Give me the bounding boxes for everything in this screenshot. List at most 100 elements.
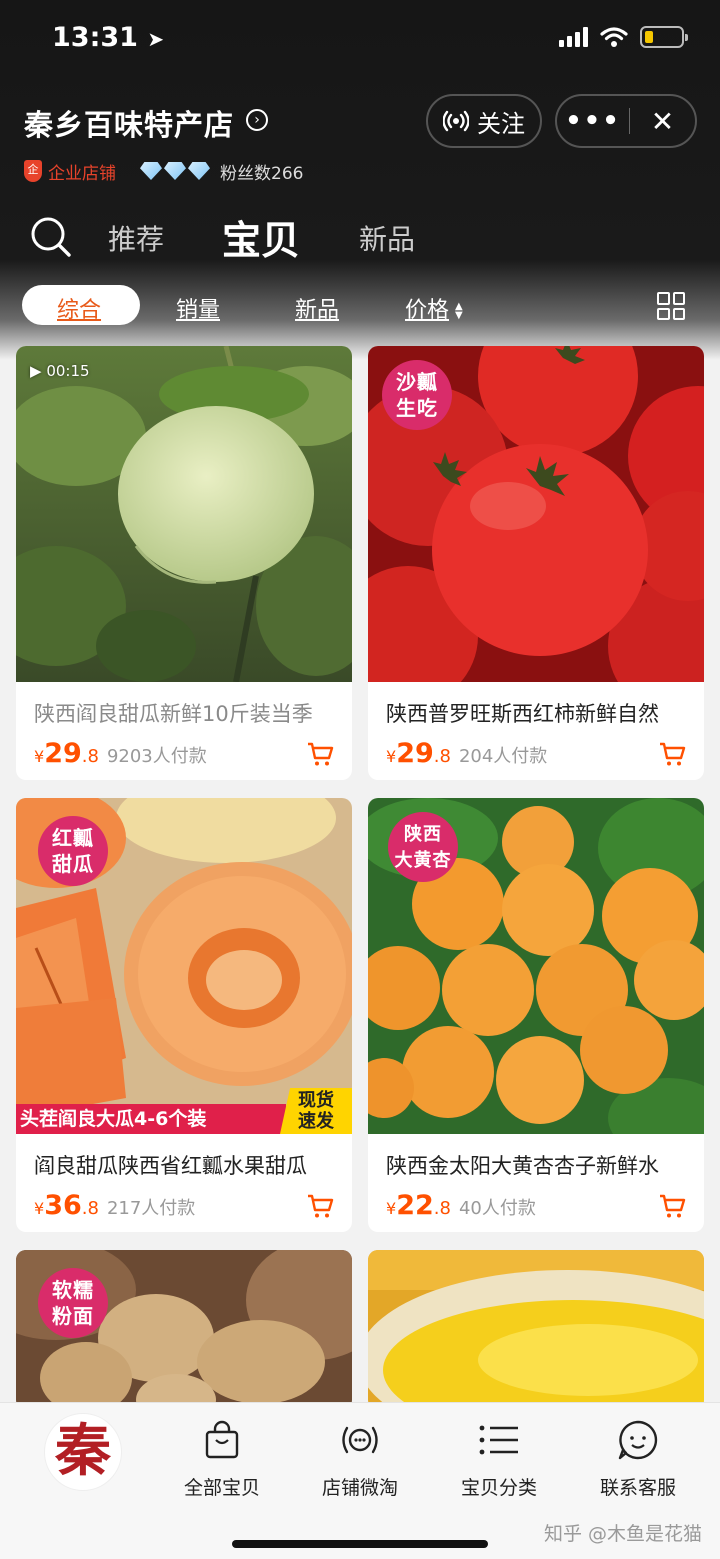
price-decimal: .8 bbox=[81, 1198, 99, 1219]
product-price: ¥ 36 .8 217人付款 bbox=[34, 1190, 195, 1221]
tab-new[interactable]: 新品 bbox=[359, 218, 415, 258]
signal-icon bbox=[559, 27, 588, 47]
product-image: 红瓤 甜瓜 头茬阎良大瓜4-6个装 现货 速发 bbox=[16, 798, 352, 1134]
price-decimal: .8 bbox=[433, 1198, 451, 1219]
follow-label: 关注 bbox=[477, 109, 525, 138]
price-decimal: .8 bbox=[81, 746, 99, 767]
price-symbol: ¥ bbox=[34, 747, 45, 766]
status-time: 13:31 ➤ bbox=[52, 22, 164, 53]
fans-count: 粉丝数266 bbox=[220, 163, 304, 184]
tab-products[interactable]: 宝贝 bbox=[222, 210, 300, 266]
product-price: ¥ 22 .8 40人付款 bbox=[386, 1190, 536, 1221]
diamond-icon bbox=[164, 162, 186, 180]
enterprise-badge: 企业店铺 bbox=[48, 163, 116, 184]
nav-customer-service[interactable]: 联系客服 bbox=[583, 1417, 693, 1500]
bottom-navigation: 秦 全部宝贝 店铺微淘 宝贝分类 联系客服 知乎 @木鱼是花猫 bbox=[0, 1402, 720, 1559]
price-integer: 29 bbox=[396, 738, 434, 769]
nav-label: 联系客服 bbox=[599, 1477, 676, 1499]
grid-view-icon[interactable] bbox=[657, 292, 685, 320]
product-card[interactable]: ▶ 00:15 陕西阎良甜瓜新鲜10斤装当季 ¥ 29 .8 9203人付款 bbox=[16, 346, 352, 780]
video-duration-badge: ▶ 00:15 bbox=[30, 362, 90, 380]
promo-ship-badge: 现货 速发 bbox=[280, 1088, 352, 1134]
more-options-button[interactable]: ••• bbox=[557, 106, 629, 136]
price-integer: 36 bbox=[44, 1190, 82, 1221]
follow-button[interactable]: 关注 bbox=[426, 94, 542, 148]
tag-line: 沙瓤 bbox=[396, 370, 438, 394]
sort-arrows-icon: ▲ ▼ bbox=[455, 301, 463, 321]
product-price: ¥ 29 .8 204人付款 bbox=[386, 738, 547, 769]
nav-label: 店铺微淘 bbox=[321, 1477, 398, 1499]
product-tag-badge: 陕西 大黄杏 bbox=[388, 812, 458, 882]
tag-line: 软糯 bbox=[52, 1278, 94, 1302]
promo-ship-line: 现货 bbox=[298, 1090, 334, 1111]
price-symbol: ¥ bbox=[386, 747, 397, 766]
filter-overall[interactable]: 综合 bbox=[57, 292, 101, 324]
search-icon bbox=[31, 217, 71, 257]
product-image bbox=[368, 1250, 704, 1410]
broadcast-chat-icon bbox=[342, 1426, 378, 1454]
shopping-bag-icon bbox=[205, 1420, 239, 1459]
customer-service-icon bbox=[618, 1420, 658, 1460]
store-badges: 企 企业店铺 粉丝数266 bbox=[24, 158, 303, 184]
product-tag-badge: 沙瓤 生吃 bbox=[382, 360, 452, 430]
price-symbol: ¥ bbox=[34, 1199, 45, 1218]
product-card[interactable]: 陕西 大黄杏 陕西金太阳大黄杏杏子新鲜水 ¥ 22 .8 40人付款 bbox=[368, 798, 704, 1232]
tag-line: 红瓤 bbox=[52, 826, 94, 850]
product-image: 软糯 粉面 bbox=[16, 1250, 352, 1410]
price-integer: 29 bbox=[44, 738, 82, 769]
nav-label: 全部宝贝 bbox=[183, 1477, 260, 1499]
tag-line: 甜瓜 bbox=[52, 852, 94, 876]
store-detail-arrow-icon[interactable]: › bbox=[246, 109, 268, 131]
cart-icon[interactable] bbox=[306, 1192, 334, 1220]
video-duration: 00:15 bbox=[46, 362, 90, 380]
nav-store-feed[interactable]: 店铺微淘 bbox=[305, 1417, 415, 1500]
filter-sales[interactable]: 销量 bbox=[176, 292, 220, 324]
status-time-text: 13:31 bbox=[52, 22, 138, 53]
product-tag-badge: 红瓤 甜瓜 bbox=[38, 816, 108, 886]
cart-icon[interactable] bbox=[658, 740, 686, 768]
diamond-rating bbox=[140, 162, 210, 180]
product-image: ▶ 00:15 bbox=[16, 346, 352, 682]
nav-label: 宝贝分类 bbox=[460, 1477, 537, 1499]
cart-icon[interactable] bbox=[306, 740, 334, 768]
diamond-icon bbox=[188, 162, 210, 180]
product-card[interactable]: 软糯 粉面 bbox=[16, 1250, 352, 1410]
nav-all-products[interactable]: 全部宝贝 bbox=[167, 1417, 277, 1500]
tag-line: 粉面 bbox=[52, 1304, 94, 1328]
promo-ship-line: 速发 bbox=[298, 1111, 334, 1132]
location-arrow-icon: ➤ bbox=[147, 27, 165, 51]
search-button[interactable] bbox=[30, 216, 72, 262]
enterprise-icon: 企 bbox=[24, 160, 42, 182]
more-close-capsule: ••• ✕ bbox=[555, 94, 697, 148]
price-integer: 22 bbox=[396, 1190, 434, 1221]
filter-new[interactable]: 新品 bbox=[295, 292, 339, 324]
filter-price[interactable]: 价格 ▲ ▼ bbox=[405, 292, 463, 324]
paid-count: 204人付款 bbox=[458, 746, 548, 767]
promo-text: 头茬阎良大瓜4-6个装 bbox=[16, 1104, 286, 1134]
close-button[interactable]: ✕ bbox=[630, 105, 695, 138]
nav-categories[interactable]: 宝贝分类 bbox=[444, 1417, 554, 1500]
tag-line: 大黄杏 bbox=[394, 850, 452, 871]
list-icon bbox=[479, 1425, 518, 1455]
store-name[interactable]: 秦乡百味特产店 bbox=[24, 102, 234, 144]
price-symbol: ¥ bbox=[386, 1199, 397, 1218]
price-decimal: .8 bbox=[433, 746, 451, 767]
product-card[interactable] bbox=[368, 1250, 704, 1410]
paid-count: 217人付款 bbox=[106, 1198, 196, 1219]
home-indicator[interactable] bbox=[232, 1540, 488, 1548]
product-image: 沙瓤 生吃 bbox=[368, 346, 704, 682]
diamond-icon bbox=[140, 162, 162, 180]
battery-icon bbox=[640, 26, 688, 48]
filter-price-label: 价格 bbox=[405, 298, 450, 323]
product-card[interactable]: 红瓤 甜瓜 头茬阎良大瓜4-6个装 现货 速发 阎良甜瓜陕西省红瓤水果甜瓜 ¥ … bbox=[16, 798, 352, 1232]
paid-count: 9203人付款 bbox=[106, 746, 207, 767]
watermark: 知乎 @木鱼是花猫 bbox=[543, 1523, 702, 1545]
product-price: ¥ 29 .8 9203人付款 bbox=[34, 738, 207, 769]
store-logo[interactable]: 秦 bbox=[44, 1413, 122, 1491]
tab-recommend[interactable]: 推荐 bbox=[108, 218, 164, 258]
status-icons bbox=[559, 26, 688, 48]
tag-line: 生吃 bbox=[396, 396, 438, 420]
product-card[interactable]: 沙瓤 生吃 陕西普罗旺斯西红柿新鲜自然 ¥ 29 .8 204人付款 bbox=[368, 346, 704, 780]
paid-count: 40人付款 bbox=[458, 1198, 536, 1219]
cart-icon[interactable] bbox=[658, 1192, 686, 1220]
